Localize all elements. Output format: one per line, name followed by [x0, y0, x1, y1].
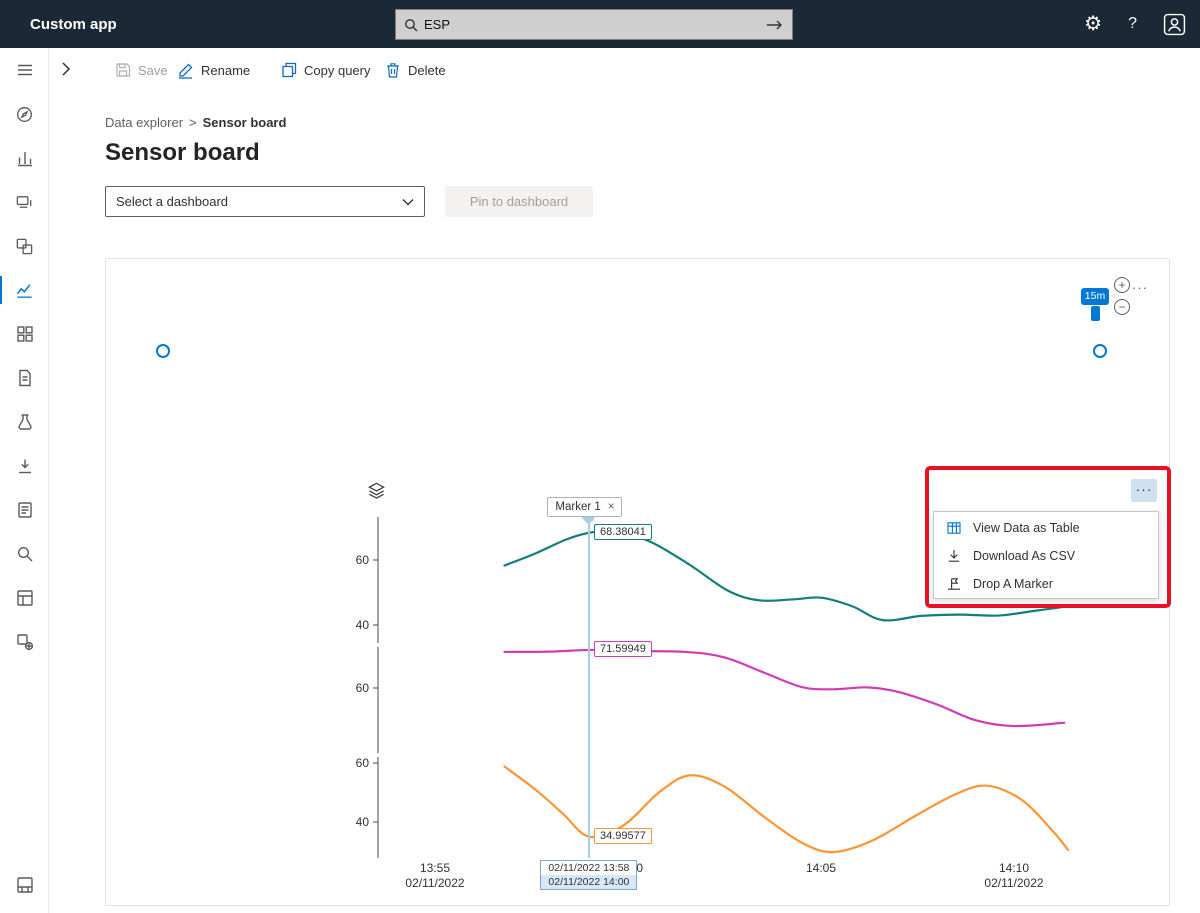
- data-explorer-icon[interactable]: [0, 268, 49, 312]
- device-groups-icon[interactable]: [0, 224, 49, 268]
- menu-item-download-as-csv[interactable]: Download As CSV: [934, 542, 1158, 570]
- search-icon: [404, 18, 418, 32]
- table-icon: [946, 520, 962, 536]
- chart-context-menu: View Data as Table Download As CSV Drop …: [933, 511, 1159, 599]
- zoom-range-badge: 15m: [1081, 288, 1109, 305]
- dashboard-select-value: Select a dashboard: [116, 194, 228, 209]
- breadcrumb-data-explorer[interactable]: Data explorer: [105, 115, 183, 130]
- x-tick-1355: 13:5502/11/2022: [405, 861, 464, 891]
- top-app-bar: Custom app ⚙ ?: [0, 0, 1200, 48]
- dashboards-icon[interactable]: [0, 312, 49, 356]
- menu-item-view-data-as-table[interactable]: View Data as Table: [934, 514, 1158, 542]
- help-icon[interactable]: ?: [1128, 15, 1137, 33]
- copy-icon: [281, 62, 297, 78]
- time-range-handle-right[interactable]: [1093, 344, 1107, 358]
- forms-icon[interactable]: [0, 356, 49, 400]
- dashboard-select[interactable]: Select a dashboard: [105, 186, 425, 217]
- copy-query-button[interactable]: Copy query: [281, 48, 370, 92]
- rename-label: Rename: [201, 63, 250, 78]
- jobs-search-icon[interactable]: [0, 532, 49, 576]
- x-tick-1410: 14:1002/11/2022: [984, 861, 1043, 891]
- search-input[interactable]: [424, 17, 766, 32]
- save-icon: [115, 62, 131, 78]
- menu-item-drop-a-marker[interactable]: Drop A Marker: [934, 570, 1158, 598]
- humidity-chart[interactable]: 60: [330, 645, 1120, 753]
- breadcrumb-current: Sensor board: [203, 115, 287, 130]
- delete-label: Delete: [408, 63, 446, 78]
- copy-query-label: Copy query: [304, 63, 370, 78]
- marker-chip-label: Marker 1: [555, 501, 600, 513]
- marker-close-icon[interactable]: ×: [608, 501, 615, 513]
- x-tick-1405: 14:05: [806, 861, 836, 876]
- svg-text:40: 40: [356, 815, 370, 829]
- zoom-range-handle[interactable]: [1091, 306, 1100, 321]
- card-ellipsis-icon[interactable]: ···: [1132, 280, 1148, 295]
- pressure-chart[interactable]: 60 40: [330, 755, 1120, 858]
- marker-chip[interactable]: Marker 1 ×: [547, 497, 622, 517]
- delete-button[interactable]: Delete: [385, 48, 446, 92]
- command-toolbar: Save Rename Copy query Delete: [49, 48, 1200, 92]
- save-label: Save: [138, 63, 168, 78]
- svg-text:60: 60: [356, 553, 370, 567]
- breadcrumb: Data explorer > Sensor board: [105, 115, 286, 130]
- account-icon[interactable]: [1163, 13, 1186, 36]
- drop-marker-icon: [946, 576, 962, 592]
- left-sidebar: [0, 48, 49, 913]
- trash-icon: [385, 62, 401, 78]
- customization-icon[interactable]: [0, 576, 49, 620]
- pressure-marker-value: 34.99577: [594, 828, 652, 844]
- humidity-marker-value: 71.59949: [594, 641, 652, 657]
- chevron-down-icon: [402, 198, 414, 206]
- marker-axis-tooltip: 02/11/2022 13:58 02/11/2022 14:00: [540, 860, 637, 890]
- rename-button[interactable]: Rename: [177, 48, 250, 92]
- menu-hamburger-icon[interactable]: [0, 48, 49, 92]
- zoom-out-icon[interactable]: −: [1114, 299, 1130, 315]
- overview-icon[interactable]: [0, 92, 49, 136]
- administration-icon[interactable]: [0, 620, 49, 664]
- rules-icon[interactable]: [0, 400, 49, 444]
- pin-to-dashboard-button[interactable]: Pin to dashboard: [445, 186, 593, 217]
- app-switcher-icon[interactable]: [0, 863, 49, 907]
- download-icon: [946, 548, 962, 564]
- data-export-icon[interactable]: [0, 444, 49, 488]
- breadcrumb-separator: >: [189, 115, 197, 130]
- svg-text:60: 60: [356, 756, 370, 770]
- svg-text:40: 40: [356, 618, 370, 632]
- layers-icon[interactable]: [367, 481, 386, 500]
- save-button[interactable]: Save: [115, 48, 168, 92]
- audit-logs-icon[interactable]: [0, 488, 49, 532]
- page-title: Sensor board: [105, 139, 260, 167]
- expand-sidebar-chevron-icon[interactable]: [58, 61, 74, 77]
- search-box[interactable]: [395, 9, 793, 40]
- settings-gear-icon[interactable]: ⚙: [1084, 14, 1102, 34]
- marker-vertical-line[interactable]: [588, 508, 590, 858]
- zoom-in-icon[interactable]: +: [1114, 277, 1130, 293]
- svg-text:60: 60: [356, 681, 370, 695]
- devices-icon[interactable]: [0, 180, 49, 224]
- temperature-marker-value: 68.38041: [594, 524, 652, 540]
- analytics-bars-icon[interactable]: [0, 136, 49, 180]
- time-range-handle-left[interactable]: [156, 344, 170, 358]
- rename-icon: [177, 62, 194, 79]
- search-submit-arrow-icon[interactable]: [766, 19, 784, 31]
- app-title: Custom app: [30, 16, 117, 33]
- chart-menu-ellipsis-icon[interactable]: ···: [1131, 479, 1157, 502]
